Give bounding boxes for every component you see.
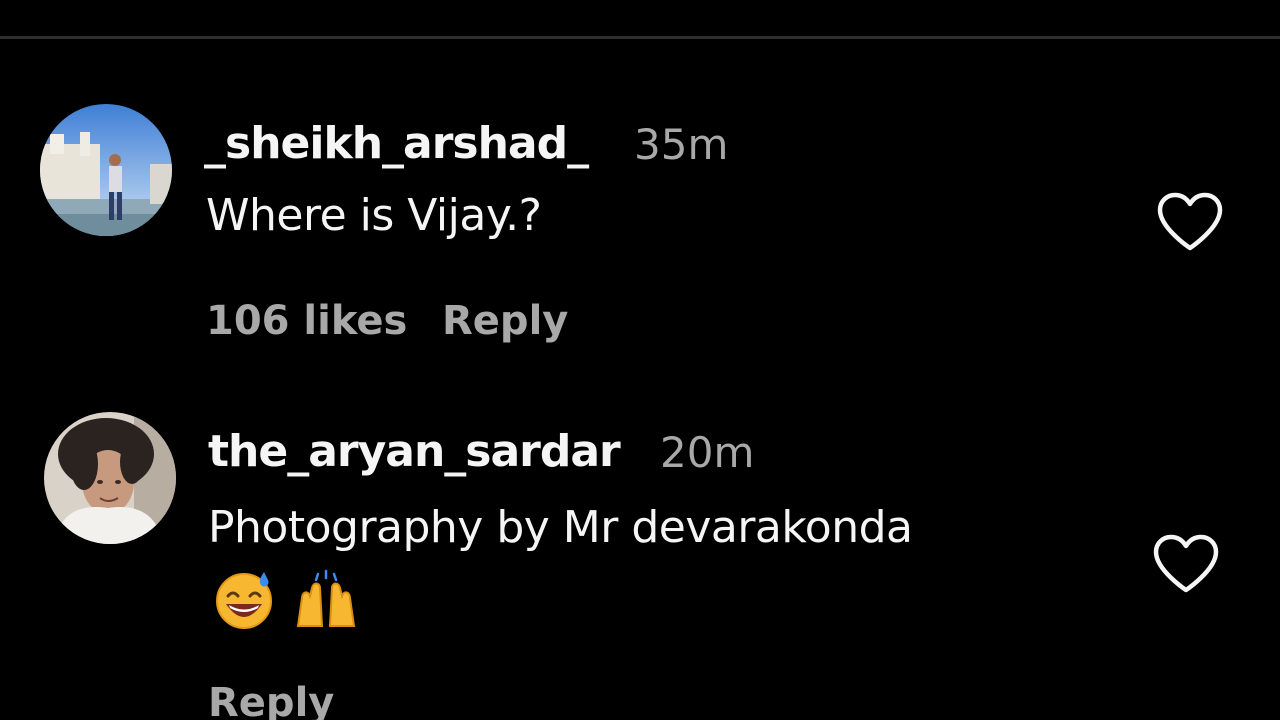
top-divider [0, 36, 1280, 39]
reply-button[interactable]: Reply [442, 298, 568, 344]
comment-item: _sheikh_arshad_ 35m Where is Vijay.? 106… [0, 104, 1280, 364]
comment-item: the_aryan_sardar 20m Photography by Mr d… [0, 412, 1280, 720]
like-heart-icon[interactable] [1152, 534, 1220, 596]
raising-hands-emoji [294, 568, 358, 634]
avatar[interactable] [44, 412, 176, 544]
comment-username[interactable]: the_aryan_sardar [208, 426, 621, 477]
avatar[interactable] [40, 104, 172, 236]
comment-text: Photography by Mr devarakonda [208, 502, 913, 553]
comment-timestamp: 20m [660, 428, 755, 477]
comment-timestamp: 35m [634, 120, 729, 169]
like-heart-icon[interactable] [1156, 192, 1224, 254]
comment-text: Where is Vijay.? [206, 190, 542, 241]
grinning-sweat-emoji [214, 568, 276, 634]
comment-emojis [214, 568, 374, 630]
comment-username[interactable]: _sheikh_arshad_ [204, 118, 589, 169]
likes-count[interactable]: 106 likes [206, 298, 407, 344]
reply-button[interactable]: Reply [208, 680, 334, 720]
